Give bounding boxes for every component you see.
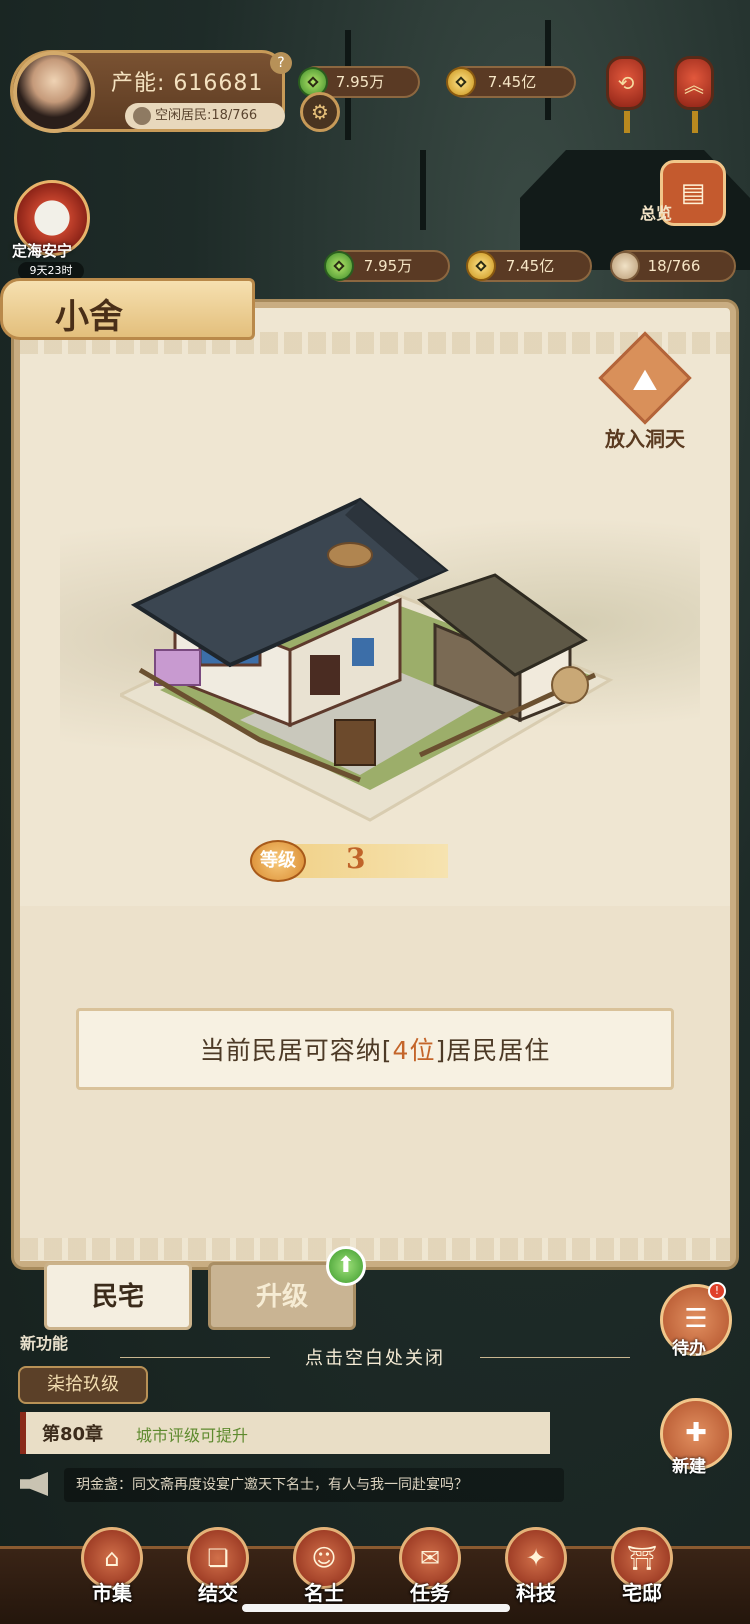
nav-tasks[interactable]: ✉ 任务: [390, 1527, 470, 1606]
cottage-illustration: [120, 497, 614, 822]
collapse-lantern-button[interactable]: ︽: [674, 56, 714, 133]
nav-mansion-label: 宅邸: [622, 1581, 662, 1605]
event-name: 定海安宁: [12, 242, 73, 260]
build-plus-icon: ✚: [685, 1418, 707, 1448]
new-build-label: 新建: [672, 1457, 706, 1477]
lamp-pole: [420, 150, 426, 230]
chapter-number: 第80章: [42, 1424, 104, 1445]
nav-scholars[interactable]: ☺ 名士: [284, 1527, 364, 1606]
capacity-highlight: 4位: [392, 1036, 436, 1065]
tab-residence[interactable]: 民宅: [44, 1262, 192, 1330]
gold-coin-icon: [446, 67, 476, 97]
nav-befriend-label: 结交: [198, 1581, 238, 1605]
dialog-residents-value: 18/766: [647, 257, 701, 275]
todo-label: 待办: [672, 1339, 706, 1359]
capacity-description: 当前民居可容纳[4位]居民居住: [76, 1008, 674, 1090]
gold-top-pill[interactable]: 7.45亿: [446, 66, 576, 98]
place-in-cave-label: 放入洞天: [605, 427, 685, 451]
mountain-icon: ⛰: [632, 363, 658, 398]
chapter-hint: 城市评级可提升: [136, 1426, 249, 1445]
gold-top-value: 7.45亿: [487, 73, 537, 91]
speaker-icon: [20, 1472, 48, 1496]
chat-message: 玥金盏：同文斋再度设宴广邀天下名士，有人与我一同赴宴吗？: [64, 1468, 564, 1502]
dialog-residents-pill[interactable]: 18/766: [610, 250, 736, 282]
todo-icon: ☰: [684, 1304, 708, 1334]
level-value: 3: [346, 842, 366, 875]
player-avatar[interactable]: [13, 51, 95, 133]
cart-wheel-icon[interactable]: ⚙: [300, 92, 340, 132]
gold-coin-icon: [466, 251, 496, 281]
bottom-nav: ⌂ 市集 ❏ 结交 ☺ 名士 ✉ 任务 ✦ 科技 ⛩ 宅邸: [0, 1527, 750, 1624]
nav-mansion[interactable]: ⛩ 宅邸: [602, 1527, 682, 1606]
nav-tasks-label: 任务: [410, 1581, 450, 1605]
overview-icon: ▤: [680, 178, 706, 208]
level-strip: [290, 844, 448, 878]
new-feature-label[interactable]: 新功能: [20, 1330, 68, 1354]
player-profile-panel[interactable]: 产能: 616681 空闲居民:18/766: [10, 50, 285, 133]
dialog-copper-pill[interactable]: 7.95万: [324, 250, 450, 282]
level-label: 等级: [250, 840, 306, 882]
nav-tech-label: 科技: [516, 1581, 556, 1605]
dialog-fret-border: [20, 1238, 730, 1260]
copper-top-value: 7.95万: [335, 73, 385, 91]
help-icon[interactable]: ?: [270, 52, 292, 74]
chat-ticker[interactable]: 玥金盏：同文斋再度设宴广邀天下名士，有人与我一同赴宴吗？: [20, 1468, 564, 1502]
copper-coin-icon: [324, 251, 354, 281]
nav-befriend[interactable]: ❏ 结交: [178, 1527, 258, 1606]
resident-icon: [610, 251, 640, 281]
chapter-bar[interactable]: 第80章 城市评级可提升: [20, 1412, 550, 1454]
idle-residents-pill: 空闲居民:18/766: [125, 103, 285, 129]
resident-icon: [133, 107, 151, 125]
home-indicator[interactable]: [242, 1604, 510, 1612]
share-lantern-button[interactable]: ⟲: [606, 56, 646, 133]
nav-market-label: 市集: [92, 1581, 132, 1605]
dialog-copper-value: 7.95万: [363, 257, 413, 275]
nav-market[interactable]: ⌂ 市集: [72, 1527, 152, 1606]
capacity-suffix: ]居民居住: [435, 1036, 551, 1065]
idle-residents-text: 空闲居民:18/766: [155, 108, 258, 123]
building-title: 小舍: [55, 297, 123, 337]
level-bar: 等级 3: [250, 840, 450, 882]
nav-scholars-label: 名士: [304, 1581, 344, 1605]
city-level-chip[interactable]: 柒拾玖级: [18, 1366, 148, 1404]
todo-badge: !: [708, 1282, 726, 1300]
place-in-cave-button[interactable]: ⛰ 放入洞天: [598, 331, 692, 455]
capacity-prefix: 当前民居可容纳[: [199, 1036, 393, 1065]
capacity-value: 产能: 616681: [111, 71, 264, 96]
nav-tech[interactable]: ✦ 科技: [496, 1527, 576, 1606]
overview-label: 总览: [640, 204, 673, 223]
dialog-gold-value: 7.45亿: [505, 257, 555, 275]
dialog-title-tab: 小舍: [0, 278, 255, 340]
dialog-gold-pill[interactable]: 7.45亿: [466, 250, 592, 282]
upgrade-arrow-icon: ⬆: [326, 1246, 366, 1286]
